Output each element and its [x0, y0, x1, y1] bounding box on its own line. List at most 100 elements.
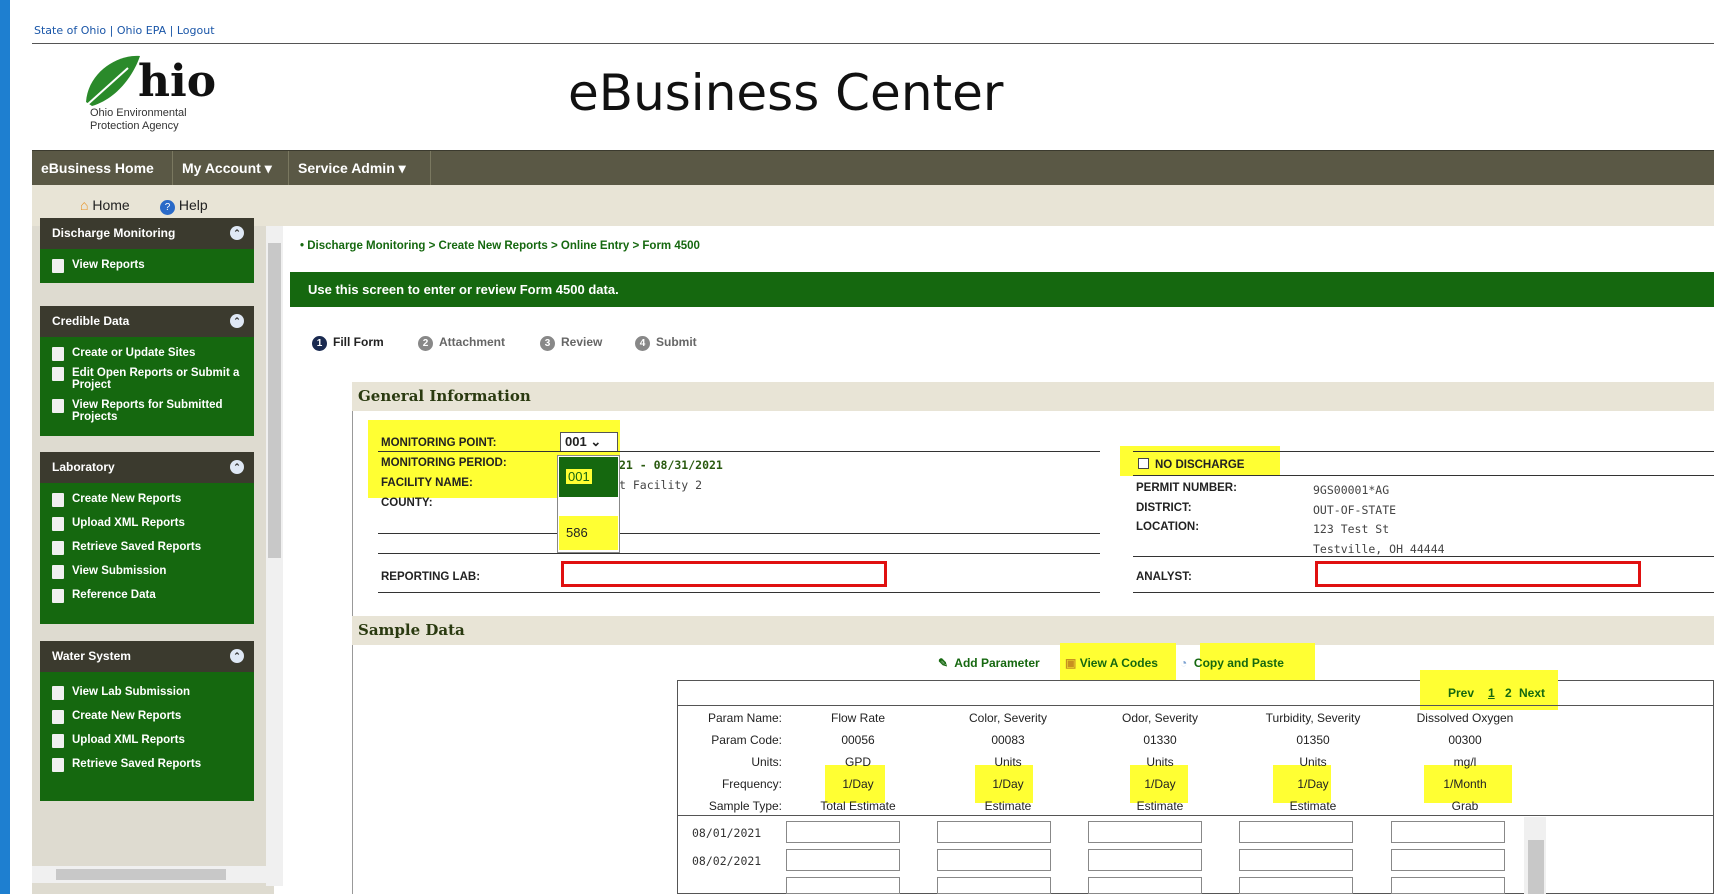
collapse-icon[interactable]: ⌃ — [230, 649, 244, 663]
step-label: Submit — [656, 335, 697, 349]
top-links[interactable]: State of Ohio | Ohio EPA | Logout — [34, 24, 215, 37]
pencil-icon — [52, 347, 64, 361]
sample-input[interactable] — [1239, 849, 1353, 871]
sidebar-item-view-submitted[interactable]: View Reports for Submitted Projects — [40, 395, 254, 427]
sample-input[interactable] — [1391, 877, 1505, 894]
dropdown-option-001[interactable]: 001 — [559, 457, 618, 497]
sidebar-item-water-create[interactable]: Create New Reports — [40, 706, 254, 730]
no-discharge-checkbox[interactable]: NO DISCHARGE — [1138, 458, 1244, 471]
param-4-name: Dissolved Oxygen — [1416, 711, 1514, 725]
breadcrumb[interactable]: • Discharge Monitoring > Create New Repo… — [300, 240, 700, 252]
sidebar-scroll-thumb[interactable] — [268, 243, 281, 558]
sidebar-item-reference-data[interactable]: Reference Data — [40, 585, 254, 605]
row-label-units: Units: — [751, 755, 782, 769]
sample-input[interactable] — [786, 849, 900, 871]
sidebar-hscroll-thumb[interactable] — [56, 869, 226, 880]
nav-ebusiness-home[interactable]: eBusiness Home — [32, 151, 173, 186]
param-3-type: Estimate — [1289, 799, 1337, 813]
sample-input[interactable] — [1391, 821, 1505, 843]
sidebar-item-label: Create New Reports — [72, 493, 182, 505]
panel-header[interactable]: Credible Data ⌃ — [40, 306, 254, 337]
param-0-units: GPD — [844, 755, 871, 769]
sidebar-item-lab-create[interactable]: Create New Reports — [40, 489, 254, 513]
step-attachment[interactable]: 2 Attachment — [418, 335, 505, 351]
logo-wordmark: hio — [138, 56, 216, 107]
chevron-down-icon: ▾ — [264, 160, 272, 176]
collapse-icon[interactable]: ⌃ — [230, 460, 244, 474]
param-2-units: Units — [1146, 755, 1174, 769]
param-1-frequency: 1/Day — [992, 777, 1024, 791]
panel-header[interactable]: Discharge Monitoring ⌃ — [40, 218, 254, 249]
sidebar-item-water-retrieve[interactable]: Retrieve Saved Reports — [40, 754, 254, 774]
view-a-codes-link[interactable]: ▣ View A Codes — [1065, 656, 1158, 670]
monitoring-point-label: MONITORING POINT: — [381, 437, 497, 449]
sidebar-item-label: Reference Data — [72, 589, 156, 601]
param-1-name: Color, Severity — [968, 711, 1048, 725]
analyst-label: ANALYST: — [1136, 571, 1192, 583]
sidebar-item-view-reports[interactable]: View Reports — [40, 255, 254, 275]
row-label-frequency: Frequency: — [721, 777, 782, 791]
pager-page-2[interactable]: 2 — [1505, 686, 1512, 700]
grid-scroll-thumb[interactable] — [1528, 840, 1544, 894]
copy-paste-link[interactable]: ◔ Copy and Paste — [1180, 656, 1284, 670]
panel-title: Laboratory — [52, 460, 115, 474]
sidebar-item-label: View Submission — [72, 565, 167, 577]
sample-input[interactable] — [1088, 877, 1202, 894]
panel-title: Credible Data — [52, 314, 130, 328]
site-title: eBusiness Center — [568, 64, 1004, 122]
sample-input[interactable] — [1391, 849, 1505, 871]
help-link[interactable]: ? Help — [160, 197, 208, 215]
sample-input[interactable] — [1088, 821, 1202, 843]
sample-input[interactable] — [786, 821, 900, 843]
sidebar: Discharge Monitoring ⌃ View Reports Credi… — [32, 218, 274, 894]
step-number: 1 — [312, 336, 327, 351]
sample-input[interactable] — [1239, 877, 1353, 894]
pager-page-1[interactable]: 1 — [1488, 686, 1495, 700]
home-link[interactable]: ⌂ Home — [80, 197, 130, 213]
ohio-leaf-icon: hio Ohio Environmental Protection Agency — [86, 55, 216, 132]
param-0-code: 00056 — [841, 733, 875, 747]
sidebar-item-lab-retrieve[interactable]: Retrieve Saved Reports — [40, 537, 254, 561]
step-submit[interactable]: 4 Submit — [635, 335, 697, 351]
edit-icon — [52, 541, 64, 555]
sidebar-item-create-sites[interactable]: Create or Update Sites — [40, 343, 254, 363]
step-number: 3 — [540, 336, 555, 351]
reporting-lab-input[interactable] — [561, 561, 887, 587]
sidebar-item-lab-view-submission[interactable]: View Submission — [40, 561, 254, 585]
option-label: 001 — [566, 469, 592, 484]
pager-prev[interactable]: Prev — [1448, 686, 1474, 700]
county-label: COUNTY: — [381, 497, 433, 509]
sidebar-item-view-lab-submission[interactable]: View Lab Submission — [40, 682, 254, 706]
sample-input[interactable] — [937, 877, 1051, 894]
panel-header[interactable]: Laboratory ⌃ — [40, 452, 254, 483]
sample-input[interactable] — [937, 821, 1051, 843]
ohio-epa-logo[interactable]: hio Ohio Environmental Protection Agency — [78, 52, 248, 142]
monitoring-point-select[interactable]: 001 ⌄ — [560, 432, 618, 452]
step-fill-form[interactable]: 1 Fill Form — [312, 335, 384, 351]
dropdown-option-586[interactable]: 586 — [559, 516, 618, 550]
sidebar-item-water-upload[interactable]: Upload XML Reports — [40, 730, 254, 754]
add-parameter-link[interactable]: ✎ Add Parameter — [938, 656, 1040, 670]
document-search-icon: ▣ — [1065, 656, 1077, 670]
sample-input[interactable] — [786, 877, 900, 894]
analyst-input[interactable] — [1315, 561, 1641, 587]
pager-next[interactable]: Next — [1519, 686, 1545, 700]
add-parameter-label: Add Parameter — [954, 656, 1040, 670]
nav-my-account[interactable]: My Account ▾ — [173, 151, 289, 186]
nav-service-admin[interactable]: Service Admin ▾ — [289, 151, 431, 186]
sidebar-item-lab-upload[interactable]: Upload XML Reports — [40, 513, 254, 537]
sample-input[interactable] — [937, 849, 1051, 871]
edit-icon — [52, 758, 64, 772]
lock-icon — [52, 399, 64, 413]
sidebar-item-edit-open-reports[interactable]: Edit Open Reports or Submit a Project — [40, 363, 254, 395]
sample-input[interactable] — [1088, 849, 1202, 871]
collapse-icon[interactable]: ⌃ — [230, 314, 244, 328]
panel-header[interactable]: Water System ⌃ — [40, 641, 254, 672]
step-review[interactable]: 3 Review — [540, 335, 602, 351]
collapse-icon[interactable]: ⌃ — [230, 226, 244, 240]
help-icon: ? — [160, 200, 175, 215]
sidebar-item-label: View Reports — [72, 259, 145, 271]
sidebar-item-label: View Reports for Submitted Projects — [72, 399, 223, 423]
district-value: OUT-OF-STATE — [1313, 503, 1397, 517]
sample-input[interactable] — [1239, 821, 1353, 843]
